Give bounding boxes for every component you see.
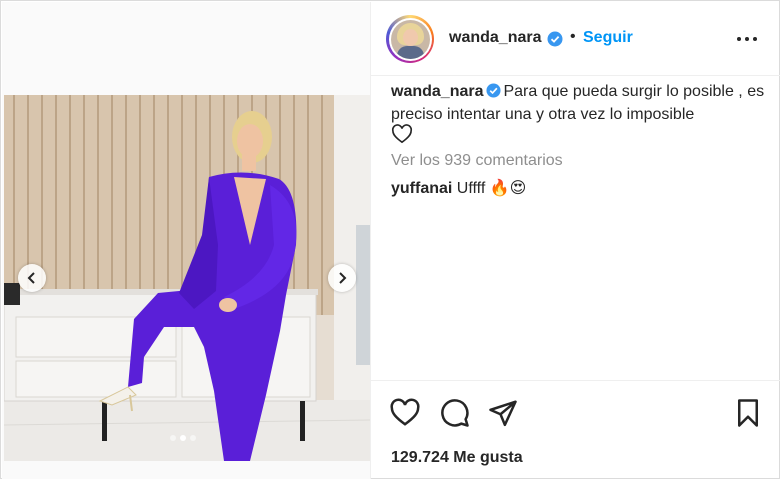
verified-badge-icon	[486, 83, 502, 98]
post-caption: wanda_nara Para que pueda surgir lo posib…	[391, 80, 771, 126]
comment-username[interactable]: yuffanai	[391, 180, 452, 197]
carousel-indicator	[170, 435, 196, 441]
comments-section: wanda_nara Para que pueda surgir lo posib…	[391, 80, 771, 197]
media-panel	[2, 2, 370, 479]
more-options-icon[interactable]	[735, 29, 759, 49]
story-ring[interactable]	[386, 15, 434, 63]
action-bar: 129.724 Me gusta	[371, 380, 780, 479]
carousel-dot	[190, 435, 196, 441]
likes-count[interactable]: 129.724 Me gusta	[391, 449, 523, 467]
post-photo[interactable]	[4, 95, 370, 461]
chevron-left-icon	[27, 272, 35, 284]
post-card: wanda_nara • Seguir wanda_nara Para que p…	[0, 0, 780, 479]
separator-dot: •	[570, 28, 576, 45]
caption-username[interactable]: wanda_nara	[391, 83, 483, 100]
view-comments-link[interactable]: Ver los 939 comentarios	[391, 152, 563, 170]
follow-button[interactable]: Seguir	[583, 29, 633, 47]
share-icon[interactable]	[488, 398, 518, 428]
comment-icon[interactable]	[440, 398, 470, 428]
carousel-dot	[170, 435, 176, 441]
post-header: wanda_nara • Seguir	[371, 2, 780, 76]
verified-badge-icon	[547, 31, 563, 47]
bookmark-icon[interactable]	[733, 398, 763, 428]
carousel-prev-button[interactable]	[18, 264, 46, 292]
heart-icon[interactable]	[391, 124, 413, 144]
photo-illustration	[4, 95, 370, 461]
avatar	[390, 19, 430, 59]
comment-text: Uffff 🔥😍	[456, 180, 527, 197]
chevron-right-icon	[339, 272, 347, 284]
heart-icon[interactable]	[390, 398, 420, 428]
carousel-next-button[interactable]	[328, 264, 356, 292]
post-sidebar: wanda_nara • Seguir wanda_nara Para que p…	[370, 2, 780, 479]
comment-item: yuffanai Uffff 🔥😍	[391, 178, 526, 198]
carousel-dot-active	[180, 435, 186, 441]
header-username[interactable]: wanda_nara	[449, 29, 541, 47]
